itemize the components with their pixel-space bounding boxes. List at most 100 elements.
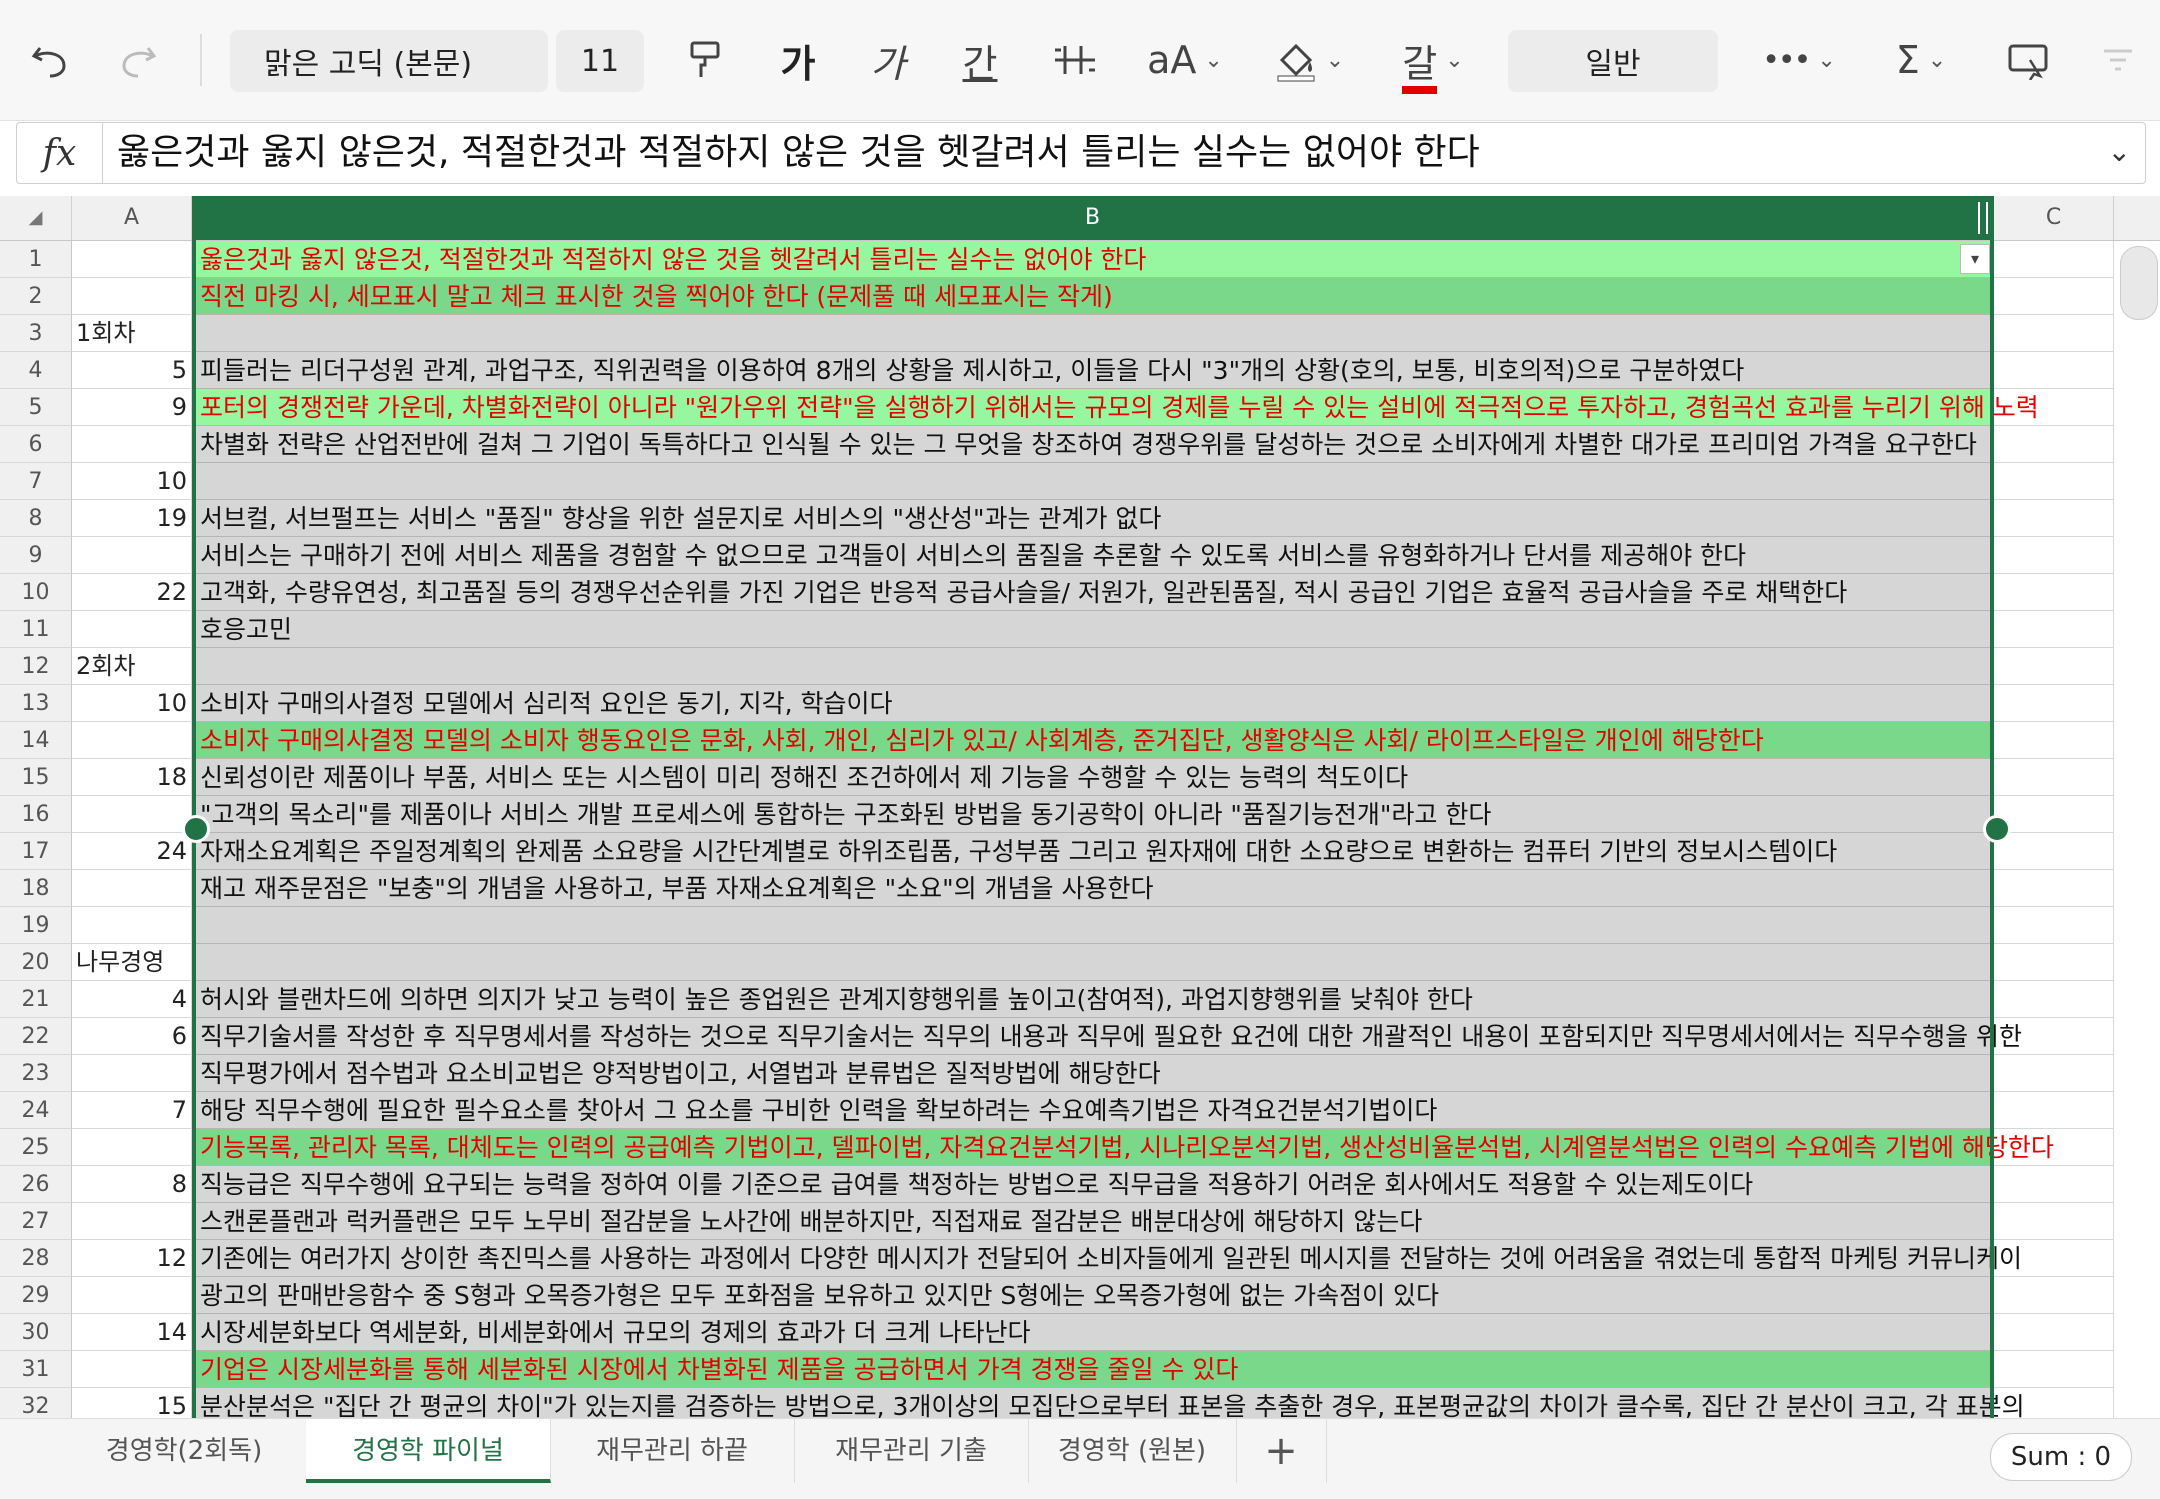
cell-a[interactable]: 10 [72, 685, 192, 722]
cell-c[interactable] [1994, 1055, 2114, 1092]
fx-icon[interactable]: fx [17, 123, 103, 183]
selection-handle-right[interactable] [1983, 815, 2011, 843]
cell-a[interactable]: 8 [72, 1166, 192, 1203]
cell-b[interactable]: 직무기술서를 작성한 후 직무명세서를 작성하는 것으로 직무기술서는 직무의 … [192, 1018, 2022, 1055]
cell-c[interactable] [1994, 611, 2114, 648]
cell-c[interactable] [1994, 1351, 2114, 1388]
cell-a[interactable]: 22 [72, 574, 192, 611]
cell-c[interactable] [1994, 463, 2114, 500]
cell-c[interactable] [1994, 944, 2114, 981]
cell-c[interactable] [1994, 241, 2114, 278]
cell-c[interactable] [1994, 1092, 2114, 1129]
present-icon[interactable] [1998, 30, 2058, 90]
cell-a[interactable] [72, 611, 192, 648]
cell-b[interactable]: 재고 재주문점은 "보충"의 개념을 사용하고, 부품 자재소요계획은 "소요"… [192, 870, 1994, 907]
cell-a[interactable]: 18 [72, 759, 192, 796]
cell-c[interactable] [1994, 1166, 2114, 1203]
cell-a[interactable]: 9 [72, 389, 192, 426]
font-size-select[interactable]: 11 [556, 30, 644, 92]
cell-b[interactable]: 포터의 경쟁전략 가운데, 차별화전략이 아니라 "원가우위 전략"을 실행하기… [192, 389, 2039, 426]
cell-b[interactable] [192, 907, 1994, 944]
column-header-a[interactable]: A [72, 196, 192, 240]
cell-a[interactable]: 15 [72, 1388, 192, 1418]
cell-b[interactable]: 직능급은 직무수행에 요구되는 능력을 정하여 이를 기준으로 급여를 책정하는… [192, 1166, 1994, 1203]
row-header[interactable]: 31 [0, 1351, 72, 1388]
cell-c[interactable] [1994, 352, 2114, 389]
cell-a[interactable]: 1회차 [72, 315, 192, 352]
cell-a[interactable]: 2회차 [72, 648, 192, 685]
cell-a[interactable] [72, 537, 192, 574]
cell-a[interactable]: 10 [72, 463, 192, 500]
row-header[interactable]: 21 [0, 981, 72, 1018]
row-header[interactable]: 23 [0, 1055, 72, 1092]
row-header[interactable]: 15 [0, 759, 72, 796]
cell-b[interactable]: 옳은것과 옳지 않은것, 적절한것과 적절하지 않은 것을 헷갈려서 틀리는 실… [192, 241, 1994, 278]
cell-a[interactable]: 12 [72, 1240, 192, 1277]
dropdown-arrow-icon[interactable]: ▾ [1960, 244, 1990, 274]
row-header[interactable]: 6 [0, 426, 72, 463]
expand-formula-chevron-icon[interactable]: ⌄ [2108, 135, 2131, 168]
cell-b[interactable]: 스캔론플랜과 럭커플랜은 모두 노무비 절감분을 노사간에 배분하지만, 직접재… [192, 1203, 1994, 1240]
cell-b[interactable]: 피들러는 리더구성원 관계, 과업구조, 직위권력을 이용하여 8개의 상황을 … [192, 352, 1994, 389]
cell-c[interactable] [1994, 1314, 2114, 1351]
row-header[interactable]: 12 [0, 648, 72, 685]
font-grow-button[interactable]: aA ⌄ [1140, 30, 1230, 90]
cell-a[interactable] [72, 1277, 192, 1314]
sheet-tab[interactable]: 경영학(2회독) [62, 1419, 307, 1483]
row-header[interactable]: 5 [0, 389, 72, 426]
row-header[interactable]: 25 [0, 1129, 72, 1166]
cell-a[interactable]: 5 [72, 352, 192, 389]
row-header[interactable]: 16 [0, 796, 72, 833]
fill-color-button[interactable]: ⌄ [1264, 30, 1354, 90]
column-resize-handle[interactable] [1978, 202, 1988, 234]
cell-c[interactable] [1994, 648, 2114, 685]
spreadsheet-grid[interactable]: ◢ A B C 1 옳은것과 옳지 않은것, 적절한것과 적절하지 않은 것을 헷… [0, 196, 2160, 1418]
cell-b[interactable]: 광고의 판매반응함수 중 S형과 오목증가형은 모두 포화점을 보유하고 있지만… [192, 1277, 1994, 1314]
cell-b[interactable]: 신뢰성이란 제품이나 부품, 서비스 또는 시스템이 미리 정해진 조건하에서 … [192, 759, 1994, 796]
font-name-select[interactable]: 맑은 고딕 (본문) [230, 30, 548, 92]
cell-b[interactable]: 서비스는 구매하기 전에 서비스 제품을 경험할 수 없으므로 고객들이 서비스… [192, 537, 1994, 574]
cell-c[interactable] [1994, 1203, 2114, 1240]
row-header[interactable]: 13 [0, 685, 72, 722]
cell-c[interactable] [1994, 500, 2114, 537]
filter-icon[interactable] [2088, 30, 2148, 90]
sheet-tab[interactable]: 경영학 파이널 [306, 1419, 551, 1483]
cell-b[interactable]: 기능목록, 관리자 목록, 대체도는 인력의 공급예측 기법이고, 델파이법, … [192, 1129, 2054, 1166]
cell-b[interactable] [192, 648, 1994, 685]
cell-c[interactable] [1994, 722, 2114, 759]
row-header[interactable]: 1 [0, 241, 72, 278]
italic-button[interactable]: 가 [858, 30, 918, 90]
cell-a[interactable]: 19 [72, 500, 192, 537]
font-color-button[interactable]: 갈 ⌄ [1388, 30, 1478, 94]
vertical-scrollbar[interactable] [2120, 246, 2158, 320]
row-header[interactable]: 26 [0, 1166, 72, 1203]
cell-a[interactable]: 7 [72, 1092, 192, 1129]
cell-a[interactable]: 4 [72, 981, 192, 1018]
cell-c[interactable] [1994, 981, 2114, 1018]
row-header[interactable]: 28 [0, 1240, 72, 1277]
cell-c[interactable] [1994, 426, 2114, 463]
row-header[interactable]: 14 [0, 722, 72, 759]
cell-b[interactable]: 차별화 전략은 산업전반에 걸쳐 그 기업이 독특하다고 인식될 수 있는 그 … [192, 426, 1994, 463]
cell-a[interactable] [72, 426, 192, 463]
cell-b[interactable]: 해당 직무수행에 필요한 필수요소를 찾아서 그 요소를 구비한 인력을 확보하… [192, 1092, 1994, 1129]
column-header-c[interactable]: C [1994, 196, 2114, 240]
row-header[interactable]: 20 [0, 944, 72, 981]
cell-b[interactable] [192, 315, 1994, 352]
cell-c[interactable] [1994, 796, 2114, 833]
cell-c[interactable] [1994, 759, 2114, 796]
cell-c[interactable] [1994, 315, 2114, 352]
row-header[interactable]: 10 [0, 574, 72, 611]
number-format-select[interactable]: 일반 [1508, 30, 1718, 92]
cell-c[interactable] [1994, 870, 2114, 907]
row-header[interactable]: 18 [0, 870, 72, 907]
row-header[interactable]: 4 [0, 352, 72, 389]
cell-a[interactable] [72, 241, 192, 278]
cell-c[interactable] [1994, 537, 2114, 574]
borders-icon[interactable] [1040, 30, 1110, 90]
cell-a[interactable] [72, 1055, 192, 1092]
add-sheet-button[interactable]: + [1236, 1419, 1327, 1483]
cell-c[interactable] [1994, 907, 2114, 944]
row-header[interactable]: 7 [0, 463, 72, 500]
autosum-button[interactable]: Σ ⌄ [1876, 30, 1966, 90]
